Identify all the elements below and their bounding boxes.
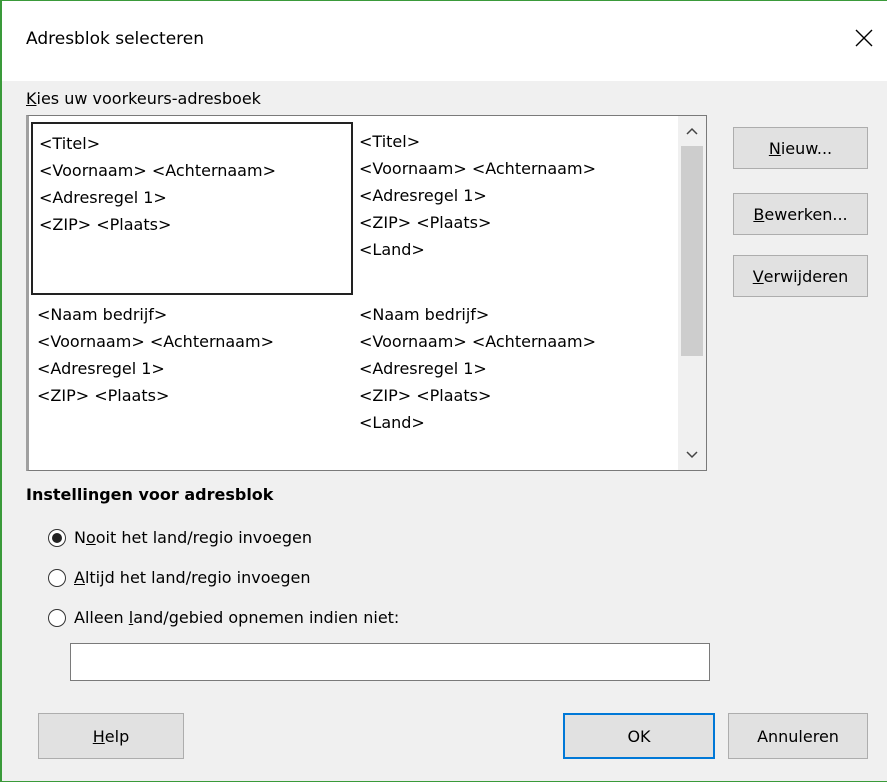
cancel-button[interactable]: Annuleren [728,713,868,759]
chevron-down-icon[interactable] [678,442,706,468]
addressbook-label: Kies uw voorkeurs-adresboek [26,89,261,108]
scrollbar-thumb[interactable] [681,146,703,356]
block-line: <Land> [359,413,425,432]
new-button[interactable]: Nieuw... [733,127,868,169]
block-line: <ZIP> <Plaats> [359,213,492,232]
radio-button[interactable] [48,528,66,547]
dialog-window: Adresblok selecteren Kies uw voorkeurs-a… [0,0,887,782]
block-line: <ZIP> <Plaats> [39,215,172,234]
help-button[interactable]: Help [38,713,184,759]
block-line: <ZIP> <Plaats> [359,386,492,405]
radio-button[interactable] [48,608,66,627]
settings-heading: Instellingen voor adresblok [26,485,274,504]
radio-label: Nooit het land/regio invoegen [74,528,313,547]
block-line: <Adresregel 1> [359,186,487,205]
radio-only-if-not-country[interactable]: Alleen land/gebied opnemen indien niet: [48,608,399,627]
radio-button[interactable] [48,568,66,587]
block-line: <Voornaam> <Achternaam> [37,332,274,351]
country-input[interactable] [70,643,710,681]
block-line: <Adresregel 1> [359,359,487,378]
block-line: <Naam bedrijf> [37,305,168,324]
radio-selected-dot [52,532,62,543]
block-line: <Land> [359,240,425,259]
block-line: <ZIP> <Plaats> [37,386,170,405]
title-bar: Adresblok selecteren [2,1,887,81]
block-line: <Voornaam> <Achternaam> [39,161,276,180]
radio-label: Altijd het land/regio invoegen [74,568,311,587]
block-line: <Naam bedrijf> [359,305,490,324]
chevron-up-icon[interactable] [678,118,706,144]
block-line: <Adresregel 1> [37,359,165,378]
block-line: <Adresregel 1> [39,188,167,207]
address-block-2[interactable]: <Titel> <Voornaam> <Achternaam> <Adresre… [353,122,673,295]
block-line: <Voornaam> <Achternaam> [359,332,596,351]
block-line: <Titel> [359,132,421,151]
edit-button[interactable]: Bewerken... [733,193,868,235]
radio-always-insert-country[interactable]: Altijd het land/regio invoegen [48,568,310,587]
delete-button[interactable]: Verwijderen [733,255,868,297]
radio-label: Alleen land/gebied opnemen indien niet: [74,608,400,627]
close-icon[interactable] [847,21,881,55]
vertical-scrollbar[interactable] [678,116,706,470]
address-block-4[interactable]: <Naam bedrijf> <Voornaam> <Achternaam> <… [353,295,673,468]
radio-never-insert-country[interactable]: Nooit het land/regio invoegen [48,528,312,547]
ok-button[interactable]: OK [563,713,715,759]
window-title: Adresblok selecteren [26,29,205,49]
address-block-1[interactable]: <Titel> <Voornaam> <Achternaam> <Adresre… [31,122,353,295]
address-block-list[interactable]: <Titel> <Voornaam> <Achternaam> <Adresre… [26,115,707,471]
block-line: <Titel> [39,134,101,153]
block-line: <Voornaam> <Achternaam> [359,159,596,178]
address-block-3[interactable]: <Naam bedrijf> <Voornaam> <Achternaam> <… [31,295,353,468]
